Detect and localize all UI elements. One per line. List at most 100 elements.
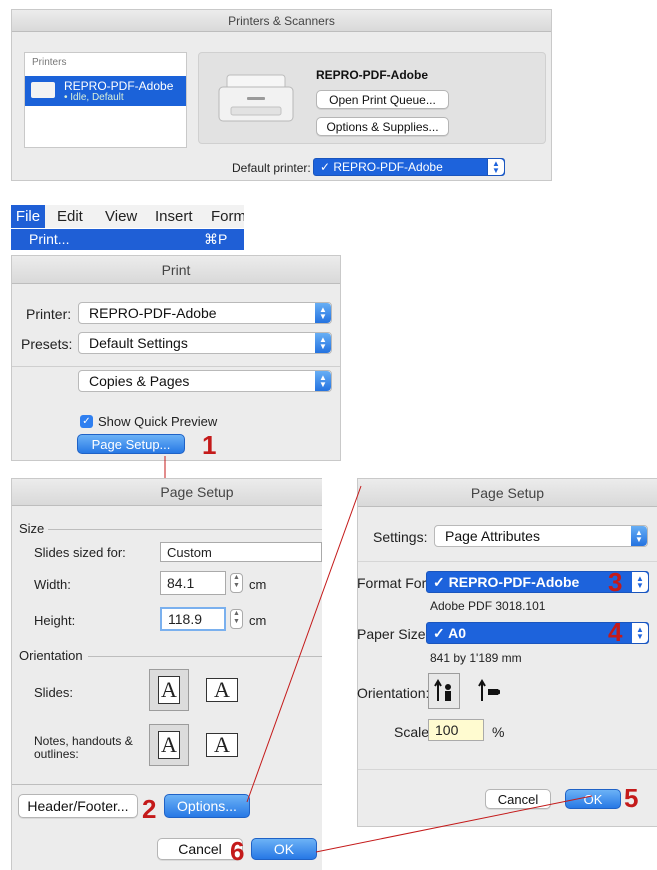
page-setup-right-title: Page Setup: [358, 479, 657, 507]
scale-input[interactable]: 100: [428, 719, 484, 741]
menu-print-item[interactable]: Print... ⌘P: [11, 229, 244, 250]
size-heading: Size: [19, 521, 45, 536]
callout-5: 5: [624, 783, 639, 813]
printer-select[interactable]: REPRO-PDF-Adobe ▲ ▼: [78, 302, 332, 324]
menu-print-shortcut: ⌘P: [204, 231, 228, 247]
landscape-icon: A: [206, 678, 238, 702]
default-printer-select[interactable]: ✓ REPRO-PDF-Adobe ▲ ▼: [313, 158, 505, 176]
printer-details: REPRO-PDF-Adobe Open Print Queue... Opti…: [198, 52, 546, 144]
slides-portrait-button[interactable]: A: [149, 669, 189, 711]
default-printer-label: Default printer:: [232, 161, 311, 175]
format-for-label: Format For:: [357, 575, 431, 591]
height-unit: cm: [249, 613, 267, 628]
chevron-updown-icon: ▲ ▼: [315, 333, 331, 353]
settings-select[interactable]: Page Attributes ▲ ▼: [434, 525, 648, 547]
options-supplies-button[interactable]: Options & Supplies...: [316, 117, 449, 136]
portrait-person-icon: [434, 679, 451, 701]
cancel-button-right[interactable]: Cancel: [485, 789, 551, 809]
printer-list-status: • Idle, Default: [64, 92, 124, 103]
menu-format[interactable]: Form: [211, 205, 244, 228]
presets-label: Presets:: [21, 336, 73, 352]
slides-sized-label: Slides sized for:: [34, 545, 126, 560]
menu-file[interactable]: File: [11, 205, 45, 228]
width-label: Width:: [34, 577, 71, 592]
width-input[interactable]: 84.1: [160, 571, 226, 595]
portrait-icon: A: [158, 731, 180, 759]
notes-orientation-label: Notes, handouts & outlines:: [34, 734, 133, 761]
paper-size-sub: 841 by 1'189 mm: [430, 651, 522, 665]
printers-list: Printers REPRO-PDF-Adobe • Idle, Default: [24, 52, 187, 148]
ok-button-right[interactable]: OK: [565, 789, 621, 809]
show-preview-label: Show Quick Preview: [98, 414, 218, 429]
orientation-divider: [88, 656, 322, 657]
landscape-icon: A: [206, 733, 238, 757]
format-for-sub: Adobe PDF 3018.101: [430, 599, 546, 613]
landscape-orientation-button[interactable]: [472, 673, 504, 709]
callout-4: 4: [608, 617, 623, 647]
presets-select-value: Default Settings: [89, 335, 188, 351]
show-preview-checkbox[interactable]: ✓: [80, 415, 93, 428]
slides-sized-value: Custom: [167, 544, 212, 560]
format-for-value: ✓ REPRO-PDF-Adobe: [433, 573, 580, 590]
ok-button-left[interactable]: OK: [251, 838, 317, 860]
slides-landscape-button[interactable]: A: [202, 669, 242, 711]
menu-bar: File Edit View Insert Form: [11, 205, 244, 228]
menu-insert[interactable]: Insert: [155, 205, 193, 228]
page-setup-right-dialog: Page Setup Settings: Page Attributes ▲ ▼ …: [357, 478, 657, 827]
height-stepper[interactable]: ▲ ▼: [230, 609, 243, 629]
portrait-icon: A: [158, 676, 180, 704]
menu-edit[interactable]: Edit: [57, 205, 83, 228]
printer-large-icon: [218, 74, 294, 122]
slides-sized-select[interactable]: Custom: [160, 542, 322, 562]
height-label: Height:: [34, 613, 76, 628]
notes-portrait-button[interactable]: A: [149, 724, 189, 766]
slides-orientation-label: Slides:: [34, 685, 74, 700]
landscape-person-icon: [478, 679, 500, 701]
chevron-updown-icon: ▲ ▼: [487, 159, 504, 175]
callout-2: 2: [142, 794, 157, 824]
menu-print-label: Print...: [29, 231, 70, 247]
size-divider: [48, 529, 322, 530]
open-print-queue-button[interactable]: Open Print Queue...: [316, 90, 449, 109]
options-button[interactable]: Options...: [164, 794, 250, 818]
callout-6: 6: [230, 836, 245, 866]
notes-landscape-button[interactable]: A: [202, 724, 242, 766]
callout-3: 3: [608, 567, 623, 597]
scale-unit: %: [492, 724, 505, 740]
orientation-label-right: Orientation:: [357, 685, 430, 701]
printer-icon: [31, 82, 55, 98]
paper-size-value: ✓ A0: [433, 624, 466, 641]
scale-value: 100: [435, 722, 459, 738]
header-footer-button[interactable]: Header/Footer...: [18, 794, 138, 818]
orientation-heading: Orientation: [19, 648, 83, 663]
print-dialog: Print Printer: REPRO-PDF-Adobe ▲ ▼ Preset…: [11, 255, 341, 461]
portrait-orientation-button[interactable]: [428, 673, 460, 709]
printer-select-value: REPRO-PDF-Adobe: [89, 305, 217, 321]
printer-list-name: REPRO-PDF-Adobe: [64, 79, 174, 93]
printers-scanners-window: Printers & Scanners Printers REPRO-PDF-A…: [11, 9, 552, 181]
printer-label: Printer:: [26, 306, 72, 322]
footer-divider: [358, 769, 657, 770]
printers-scanners-title: Printers & Scanners: [12, 10, 551, 32]
callout-1: 1: [202, 430, 217, 460]
paper-size-label: Paper Size:: [357, 626, 430, 642]
section-select-value: Copies & Pages: [89, 373, 190, 389]
chevron-updown-icon: ▲ ▼: [632, 623, 648, 643]
settings-label: Settings:: [373, 529, 428, 545]
chevron-updown-icon: ▲ ▼: [632, 572, 648, 592]
menu-view[interactable]: View: [105, 205, 137, 228]
height-value: 118.9: [168, 611, 202, 627]
bottom-divider: [12, 784, 322, 785]
printer-list-item[interactable]: REPRO-PDF-Adobe • Idle, Default: [25, 76, 186, 106]
page-setup-button[interactable]: Page Setup...: [77, 434, 185, 454]
width-unit: cm: [249, 577, 267, 592]
height-input[interactable]: 118.9: [160, 607, 226, 631]
width-stepper[interactable]: ▲ ▼: [230, 573, 243, 593]
chevron-updown-icon: ▲ ▼: [315, 303, 331, 323]
settings-divider: [358, 561, 657, 562]
default-printer-value: ✓ REPRO-PDF-Adobe: [320, 160, 443, 174]
page-setup-left-title: Page Setup: [12, 479, 322, 506]
page-setup-left-dialog: Page Setup Size Slides sized for: Custom…: [11, 478, 322, 870]
presets-select[interactable]: Default Settings ▲ ▼: [78, 332, 332, 354]
section-select[interactable]: Copies & Pages ▲ ▼: [78, 370, 332, 392]
